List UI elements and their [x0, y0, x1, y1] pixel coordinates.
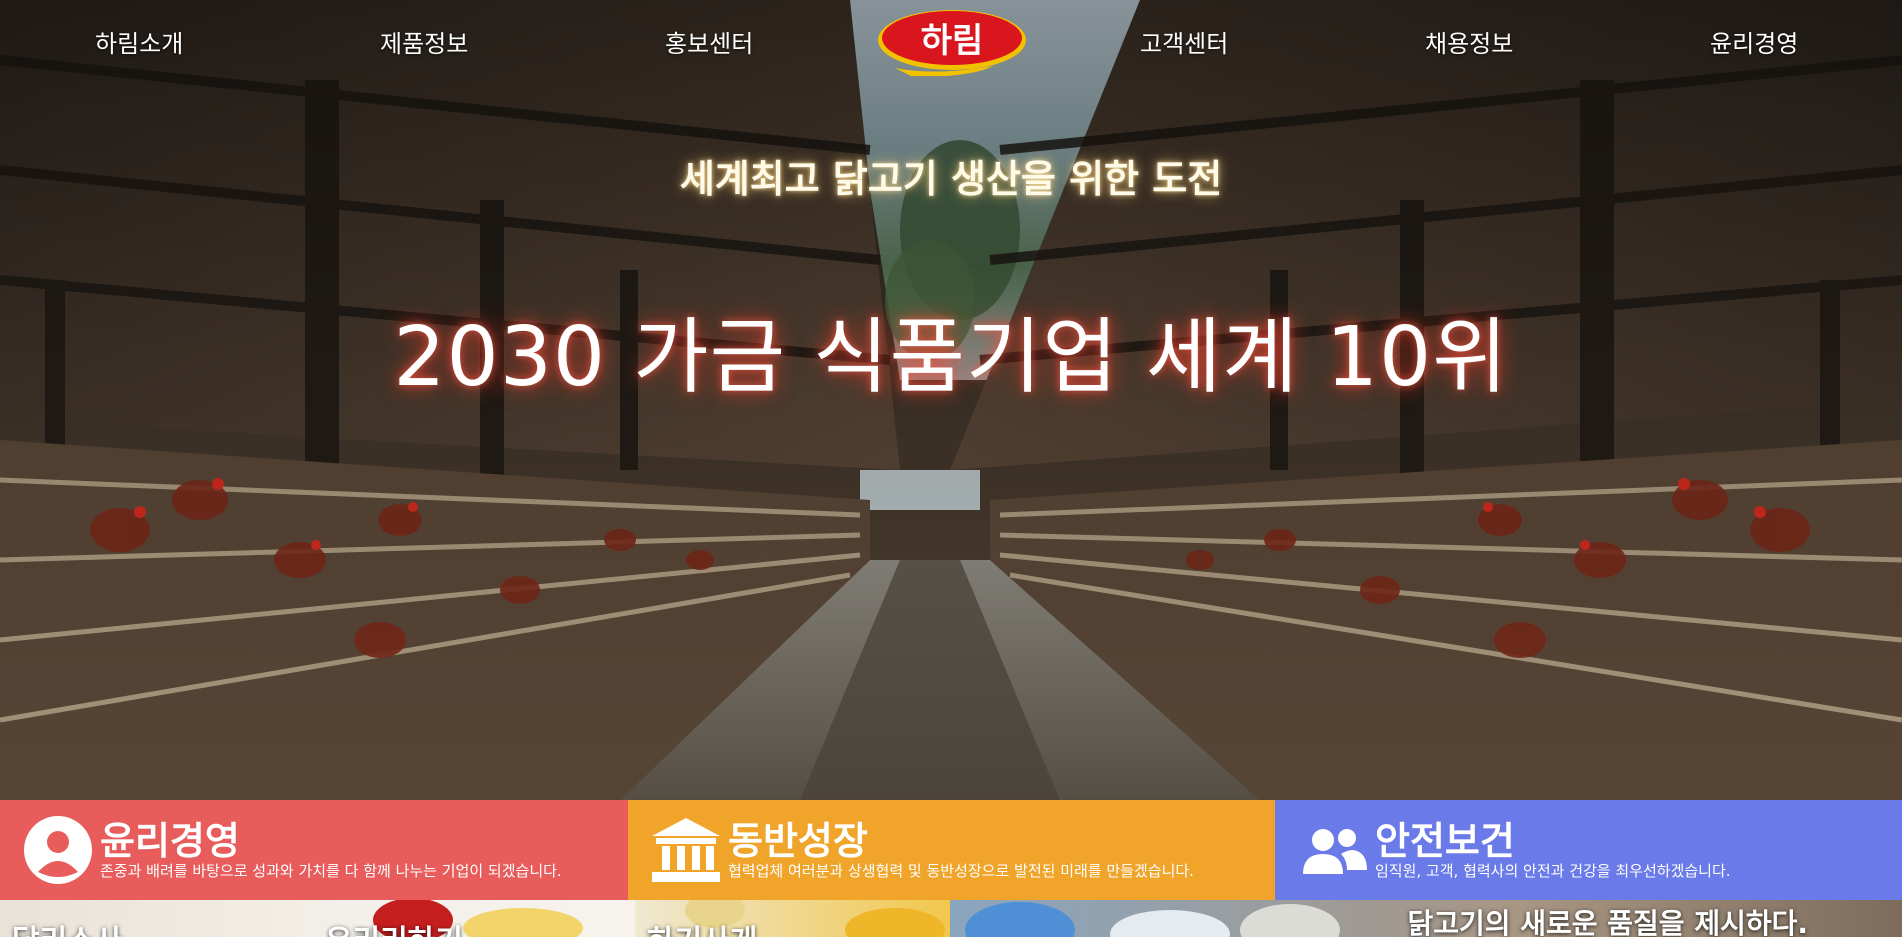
institution-icon — [652, 818, 720, 882]
hero-title: 2030 가금 식품기업 세계 10위 — [393, 310, 1509, 405]
hero-subtitle: 세계최고 닭고기 생산을 위한 도전 — [679, 157, 1223, 201]
panel-safety-health-desc: 임직원, 고객, 협력사의 안전과 건강을 최우선하겠습니다. — [1375, 862, 1731, 880]
panel-shared-growth[interactable]: 동반성장 협력업체 여러분과 상생협력 및 동반성장으로 발전된 미래를 만들겠… — [628, 800, 1275, 900]
panel-shared-growth-desc: 협력업체 여러분과 상생협력 및 동반성장으로 발전된 미래를 만들겠습니다. — [728, 862, 1194, 880]
strip-tile-1-label: 닭리소사 — [12, 916, 122, 937]
panel-ethics-desc: 존중과 배려를 바탕으로 성과와 가치를 다 함께 나누는 기업이 되겠습니다. — [100, 862, 562, 880]
strip-tile-2-label: 유리리하기 — [325, 916, 463, 937]
haarim-logo[interactable]: 하림 — [875, 6, 1030, 78]
logo-graphic: 하림 — [878, 10, 1026, 78]
hero-banner: 하림소개 제품정보 홍보센터 하림 고객센터 채용정보 윤리경영 세계최고 닭고… — [0, 0, 1902, 800]
content-strip: 닭리소사 유리리하기 하기사게 닭고기의 새로운 품질을 제시하다. — [0, 900, 1902, 937]
logo-text: 하림 — [921, 21, 984, 61]
panel-safety-health-title: 안전보건 — [1375, 819, 1515, 863]
strip-tile-3[interactable]: 하기사게 — [635, 900, 950, 937]
strip-tile-3-label: 하기사게 — [647, 916, 757, 937]
nav-item-ethics[interactable]: 윤리경영 — [1710, 24, 1798, 59]
nav-item-customer-center[interactable]: 고객센터 — [1140, 24, 1228, 59]
feature-panels: 윤리경영 존중과 배려를 바탕으로 성과와 가치를 다 함께 나누는 기업이 되… — [0, 800, 1902, 900]
strip-tile-2[interactable]: 유리리하기 — [313, 900, 635, 937]
panel-shared-growth-title: 동반성장 — [728, 819, 868, 863]
factory-worker-image — [965, 902, 1340, 937]
strip-tile-4[interactable]: 닭고기의 새로운 품질을 제시하다. — [950, 900, 1902, 937]
nav-item-pr-center[interactable]: 홍보센터 — [665, 24, 753, 59]
nav-item-products[interactable]: 제품정보 — [380, 24, 468, 59]
panel-ethics[interactable]: 윤리경영 존중과 배려를 바탕으로 성과와 가치를 다 함께 나누는 기업이 되… — [0, 800, 628, 900]
main-navigation: 하림소개 제품정보 홍보센터 하림 고객센터 채용정보 윤리경영 — [0, 0, 1902, 84]
panel-safety-health[interactable]: 안전보건 임직원, 고객, 협력사의 안전과 건강을 최우선하겠습니다. — [1275, 800, 1902, 900]
user-circle-icon — [24, 816, 92, 884]
strip-caption: 닭고기의 새로운 품질을 제시하다. — [1407, 907, 1808, 937]
nav-item-careers[interactable]: 채용정보 — [1425, 24, 1513, 59]
panel-ethics-title: 윤리경영 — [100, 819, 240, 863]
strip-tile-1[interactable]: 닭리소사 — [0, 900, 313, 937]
people-group-icon — [1303, 829, 1367, 874]
nav-item-about[interactable]: 하림소개 — [95, 24, 183, 59]
